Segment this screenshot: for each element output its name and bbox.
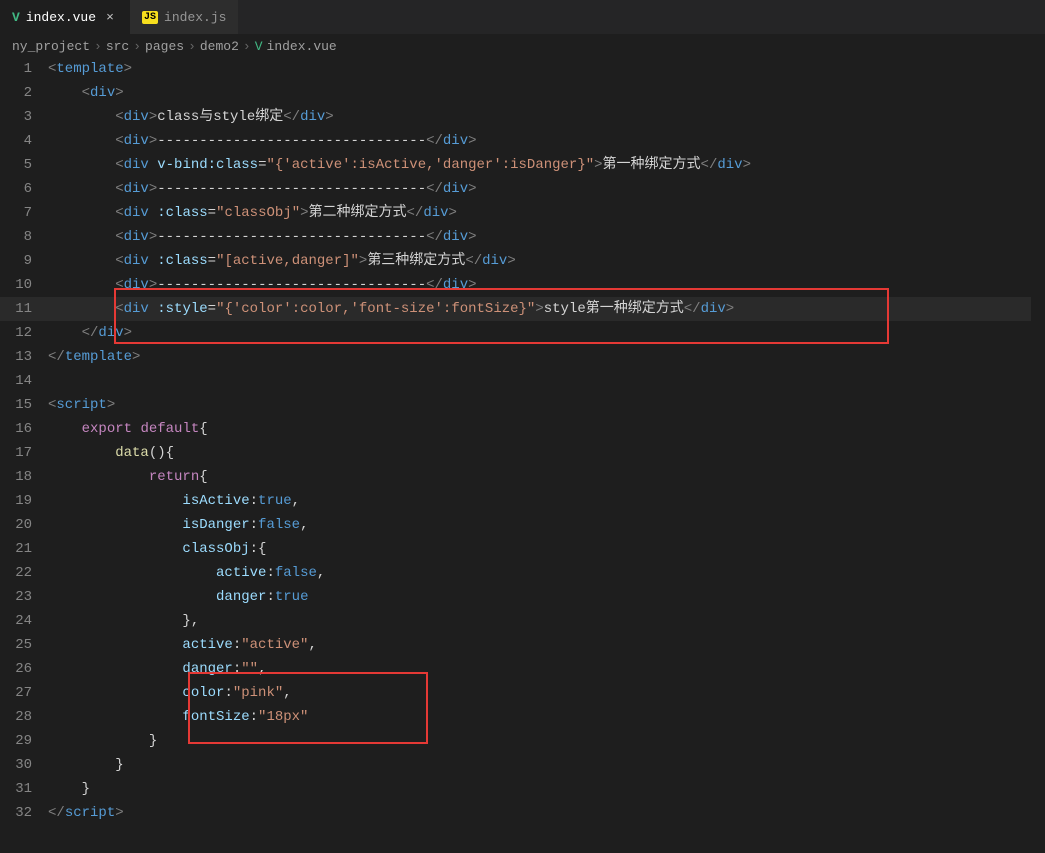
code-line[interactable]: classObj:{ — [48, 537, 1045, 561]
code-line[interactable]: isActive:true, — [48, 489, 1045, 513]
line-number: 22 — [0, 561, 32, 585]
code-area[interactable]: <template> <div> <div>class与style绑定</div… — [48, 57, 1045, 853]
code-line[interactable]: </template> — [48, 345, 1045, 369]
chevron-right-icon: › — [133, 39, 141, 54]
code-line[interactable]: <div :class="[active,danger]">第三种绑定方式</d… — [48, 249, 1045, 273]
line-number: 11 — [0, 297, 32, 321]
line-number: 25 — [0, 633, 32, 657]
code-line[interactable]: <div>class与style绑定</div> — [48, 105, 1045, 129]
code-line[interactable]: fontSize:"18px" — [48, 705, 1045, 729]
code-line[interactable]: <div :class="classObj">第二种绑定方式</div> — [48, 201, 1045, 225]
line-number: 19 — [0, 489, 32, 513]
line-number: 16 — [0, 417, 32, 441]
line-number: 1 — [0, 57, 32, 81]
editor-tabs: V index.vue × JS index.js — [0, 0, 1045, 35]
breadcrumb-part[interactable]: src — [106, 39, 129, 54]
code-line[interactable]: danger:true — [48, 585, 1045, 609]
line-number: 24 — [0, 609, 32, 633]
line-number: 10 — [0, 273, 32, 297]
code-line[interactable]: active:"active", — [48, 633, 1045, 657]
code-line[interactable]: danger:"", — [48, 657, 1045, 681]
code-line[interactable]: <script> — [48, 393, 1045, 417]
line-number-gutter: 1234567891011121314151617181920212223242… — [0, 57, 48, 853]
code-line[interactable]: <div>--------------------------------</d… — [48, 273, 1045, 297]
tab-index-js[interactable]: JS index.js — [130, 0, 238, 34]
js-icon: JS — [142, 11, 158, 24]
code-line[interactable]: } — [48, 753, 1045, 777]
code-line[interactable]: <div v-bind:class="{'active':isActive,'d… — [48, 153, 1045, 177]
breadcrumb-part[interactable]: ny_project — [12, 39, 90, 54]
line-number: 13 — [0, 345, 32, 369]
tab-label: index.js — [164, 10, 226, 25]
line-number: 3 — [0, 105, 32, 129]
breadcrumb-part[interactable]: demo2 — [200, 39, 239, 54]
code-line[interactable]: isDanger:false, — [48, 513, 1045, 537]
chevron-right-icon: › — [188, 39, 196, 54]
code-line[interactable]: <div>--------------------------------</d… — [48, 225, 1045, 249]
close-icon[interactable]: × — [102, 10, 118, 25]
code-editor[interactable]: 1234567891011121314151617181920212223242… — [0, 57, 1045, 853]
vertical-scrollbar[interactable] — [1031, 57, 1045, 853]
line-number: 30 — [0, 753, 32, 777]
vue-icon: V — [255, 39, 263, 54]
code-line[interactable]: data(){ — [48, 441, 1045, 465]
line-number: 8 — [0, 225, 32, 249]
line-number: 9 — [0, 249, 32, 273]
chevron-right-icon: › — [94, 39, 102, 54]
line-number: 12 — [0, 321, 32, 345]
code-line[interactable]: export default{ — [48, 417, 1045, 441]
vue-icon: V — [12, 10, 20, 25]
code-line[interactable]: <template> — [48, 57, 1045, 81]
line-number: 17 — [0, 441, 32, 465]
line-number: 7 — [0, 201, 32, 225]
code-line[interactable]: <div :style="{'color':color,'font-size':… — [48, 297, 1045, 321]
breadcrumb-file[interactable]: index.vue — [267, 39, 337, 54]
chevron-right-icon: › — [243, 39, 251, 54]
code-line[interactable]: </div> — [48, 321, 1045, 345]
line-number: 28 — [0, 705, 32, 729]
code-line[interactable]: <div>--------------------------------</d… — [48, 177, 1045, 201]
line-number: 18 — [0, 465, 32, 489]
line-number: 6 — [0, 177, 32, 201]
code-line[interactable]: } — [48, 777, 1045, 801]
code-line[interactable]: <div> — [48, 81, 1045, 105]
tab-label: index.vue — [26, 10, 96, 25]
code-line[interactable]: </script> — [48, 801, 1045, 825]
code-line[interactable]: }, — [48, 609, 1045, 633]
line-number: 26 — [0, 657, 32, 681]
breadcrumb: ny_project › src › pages › demo2 › V ind… — [0, 35, 1045, 57]
code-line[interactable] — [48, 369, 1045, 393]
line-number: 14 — [0, 369, 32, 393]
line-number: 5 — [0, 153, 32, 177]
line-number: 20 — [0, 513, 32, 537]
code-line[interactable]: <div>--------------------------------</d… — [48, 129, 1045, 153]
tab-index-vue[interactable]: V index.vue × — [0, 0, 130, 34]
line-number: 21 — [0, 537, 32, 561]
line-number: 29 — [0, 729, 32, 753]
line-number: 15 — [0, 393, 32, 417]
line-number: 23 — [0, 585, 32, 609]
line-number: 4 — [0, 129, 32, 153]
line-number: 2 — [0, 81, 32, 105]
line-number: 31 — [0, 777, 32, 801]
code-line[interactable]: return{ — [48, 465, 1045, 489]
line-number: 27 — [0, 681, 32, 705]
line-number: 32 — [0, 801, 32, 825]
code-line[interactable]: } — [48, 729, 1045, 753]
code-line[interactable]: color:"pink", — [48, 681, 1045, 705]
breadcrumb-part[interactable]: pages — [145, 39, 184, 54]
code-line[interactable]: active:false, — [48, 561, 1045, 585]
